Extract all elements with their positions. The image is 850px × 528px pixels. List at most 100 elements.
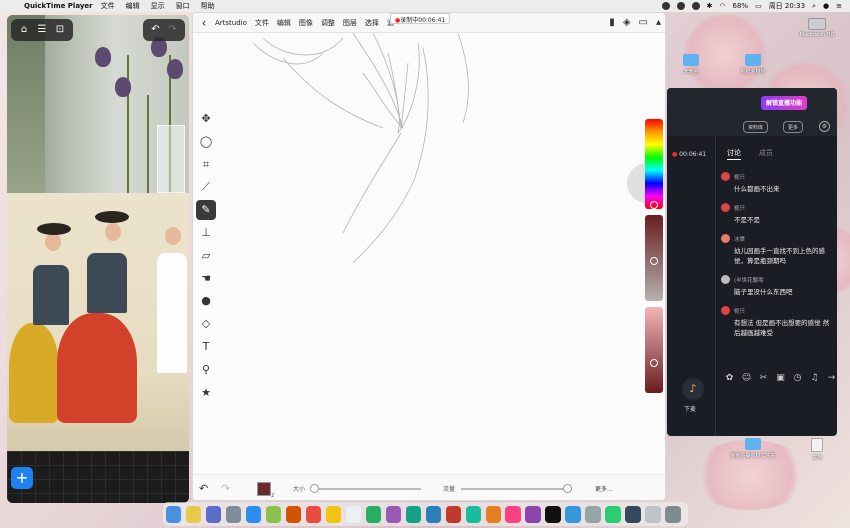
bell-icon[interactable]: ♫	[806, 373, 823, 383]
status-icon[interactable]	[691, 2, 700, 10]
menu-file[interactable]: 文件	[101, 1, 115, 11]
opacity-slider[interactable]	[645, 307, 663, 393]
flower-icon[interactable]: ✿	[721, 373, 738, 383]
flow-slider[interactable]	[461, 483, 572, 493]
desktop-icon-doc[interactable]: 文档	[794, 438, 840, 461]
reminders-icon[interactable]	[345, 505, 362, 523]
news-icon[interactable]	[445, 505, 462, 523]
text-icon[interactable]: T	[196, 337, 216, 357]
mail-icon[interactable]	[265, 505, 282, 523]
user-icon[interactable]: ●	[823, 2, 829, 10]
shade-slider[interactable]	[645, 215, 663, 301]
siri-icon[interactable]	[205, 505, 222, 523]
redo-icon[interactable]: ↷	[165, 22, 180, 38]
chrome-icon[interactable]	[185, 505, 202, 523]
hue-slider[interactable]	[645, 119, 663, 209]
undo-icon[interactable]: ↶	[199, 482, 215, 495]
desktop-icon-drive[interactable]: Macintosh HD	[794, 18, 840, 38]
tv-icon[interactable]	[545, 505, 561, 523]
numbers-icon[interactable]	[465, 505, 481, 523]
wechat-icon[interactable]	[605, 505, 621, 523]
crop-icon[interactable]: ⌗	[196, 155, 216, 175]
layers-icon[interactable]: ◈	[623, 17, 631, 28]
size-slider[interactable]	[310, 483, 422, 493]
settings-icon[interactable]: ⚙	[819, 121, 830, 132]
bluetooth-icon[interactable]: ✱	[707, 2, 713, 10]
desktop-icon-folder[interactable]: 未命名	[668, 54, 714, 75]
settings-icon[interactable]	[585, 505, 601, 523]
desktop-icon-folder[interactable]: 画画临摹资料文件夹	[730, 438, 776, 459]
microphone-icon[interactable]: ♪	[682, 378, 704, 400]
tab-discuss[interactable]: 讨论	[727, 148, 741, 160]
fill-icon[interactable]: ◇	[196, 314, 216, 334]
list-icon[interactable]: ☰	[34, 22, 50, 38]
battery-text[interactable]: 68%	[733, 2, 749, 10]
menu-edit[interactable]: 编辑	[126, 1, 140, 11]
emoji-icon[interactable]: ☺	[738, 373, 755, 383]
fullscreen-icon[interactable]: ▭	[639, 17, 648, 28]
stamp-icon[interactable]: ⊥	[196, 223, 216, 243]
color-swatch[interactable]: 2	[257, 481, 274, 499]
back-icon[interactable]: ‹	[193, 16, 215, 30]
downloads-icon[interactable]	[645, 505, 661, 523]
home-icon[interactable]: ⌂	[16, 22, 32, 38]
scissors-icon[interactable]: ✂	[755, 373, 772, 383]
leave-mic-label[interactable]: 下麦	[684, 404, 696, 413]
photos-icon[interactable]	[385, 505, 402, 523]
app-menu[interactable]: QuickTime Player	[24, 2, 93, 10]
menu-window[interactable]: 窗口	[176, 1, 190, 11]
status-icon[interactable]	[676, 2, 685, 10]
appstore-icon[interactable]	[565, 505, 581, 523]
facetime-icon[interactable]	[425, 505, 442, 523]
image-icon[interactable]: ▣	[772, 373, 789, 383]
clock-icon[interactable]: ◷	[789, 373, 806, 383]
canvas-sketch[interactable]	[223, 33, 633, 473]
notes-icon[interactable]	[325, 505, 342, 523]
launchpad-icon[interactable]	[225, 505, 242, 523]
quicktime-icon[interactable]	[625, 505, 641, 523]
arrow-right-icon[interactable]: →	[823, 373, 837, 383]
calendar-icon[interactable]	[305, 505, 322, 523]
zoom-icon[interactable]: ⚲	[196, 360, 216, 380]
menu-view[interactable]: 显示	[151, 1, 165, 11]
menu-select[interactable]: 选择	[365, 18, 379, 28]
search-icon[interactable]: ⌕	[812, 2, 816, 11]
flow-slider-knob[interactable]	[562, 483, 572, 493]
brush-icon[interactable]: ✎	[196, 200, 216, 221]
desktop-icon-folder[interactable]: 贴纸素材包	[730, 54, 776, 75]
clock[interactable]: 周日 20:33	[769, 1, 805, 11]
menu-list-icon[interactable]: ≡	[836, 2, 842, 10]
eraser-icon[interactable]: ▱	[196, 246, 216, 266]
star-icon[interactable]: ★	[196, 383, 216, 403]
undo-icon[interactable]: ↶	[148, 22, 163, 38]
safari-icon[interactable]	[245, 505, 262, 523]
add-button[interactable]: +	[11, 467, 33, 489]
more-button[interactable]: 更多	[783, 121, 804, 133]
menu-help[interactable]: 帮助	[201, 1, 215, 11]
eyedropper-icon[interactable]: ⟋	[196, 177, 216, 197]
lasso-icon[interactable]: ◯	[196, 132, 216, 152]
trash-icon[interactable]	[665, 505, 681, 523]
library-button[interactable]: 资料库	[743, 121, 769, 133]
smudge-icon[interactable]: ☚	[196, 269, 216, 289]
menu-layers[interactable]: 图层	[343, 18, 357, 28]
lock-icon[interactable]: ⊡	[52, 22, 68, 38]
menu-image[interactable]: 图像	[299, 18, 313, 28]
blur-icon[interactable]: ●	[196, 291, 216, 311]
collapse-icon[interactable]: ▴	[656, 17, 661, 28]
move-icon[interactable]: ✥	[196, 109, 216, 129]
wifi-icon[interactable]: ◠	[719, 2, 725, 10]
status-icon[interactable]	[661, 2, 670, 10]
podcasts-icon[interactable]	[525, 505, 541, 523]
unlock-live-badge[interactable]: 解锁直播功能	[761, 96, 808, 110]
music-icon[interactable]	[505, 505, 521, 523]
contacts-icon[interactable]	[285, 505, 302, 523]
tab-members[interactable]: 成员	[759, 148, 773, 160]
redo-icon[interactable]: ↷	[221, 482, 237, 495]
messages-icon[interactable]	[405, 505, 422, 523]
keynote-icon[interactable]	[485, 505, 501, 523]
menu-file[interactable]: 文件	[255, 18, 269, 28]
size-slider-knob[interactable]	[310, 483, 320, 493]
menu-adjust[interactable]: 调整	[321, 18, 335, 28]
more-button[interactable]: 更多...	[595, 484, 613, 493]
